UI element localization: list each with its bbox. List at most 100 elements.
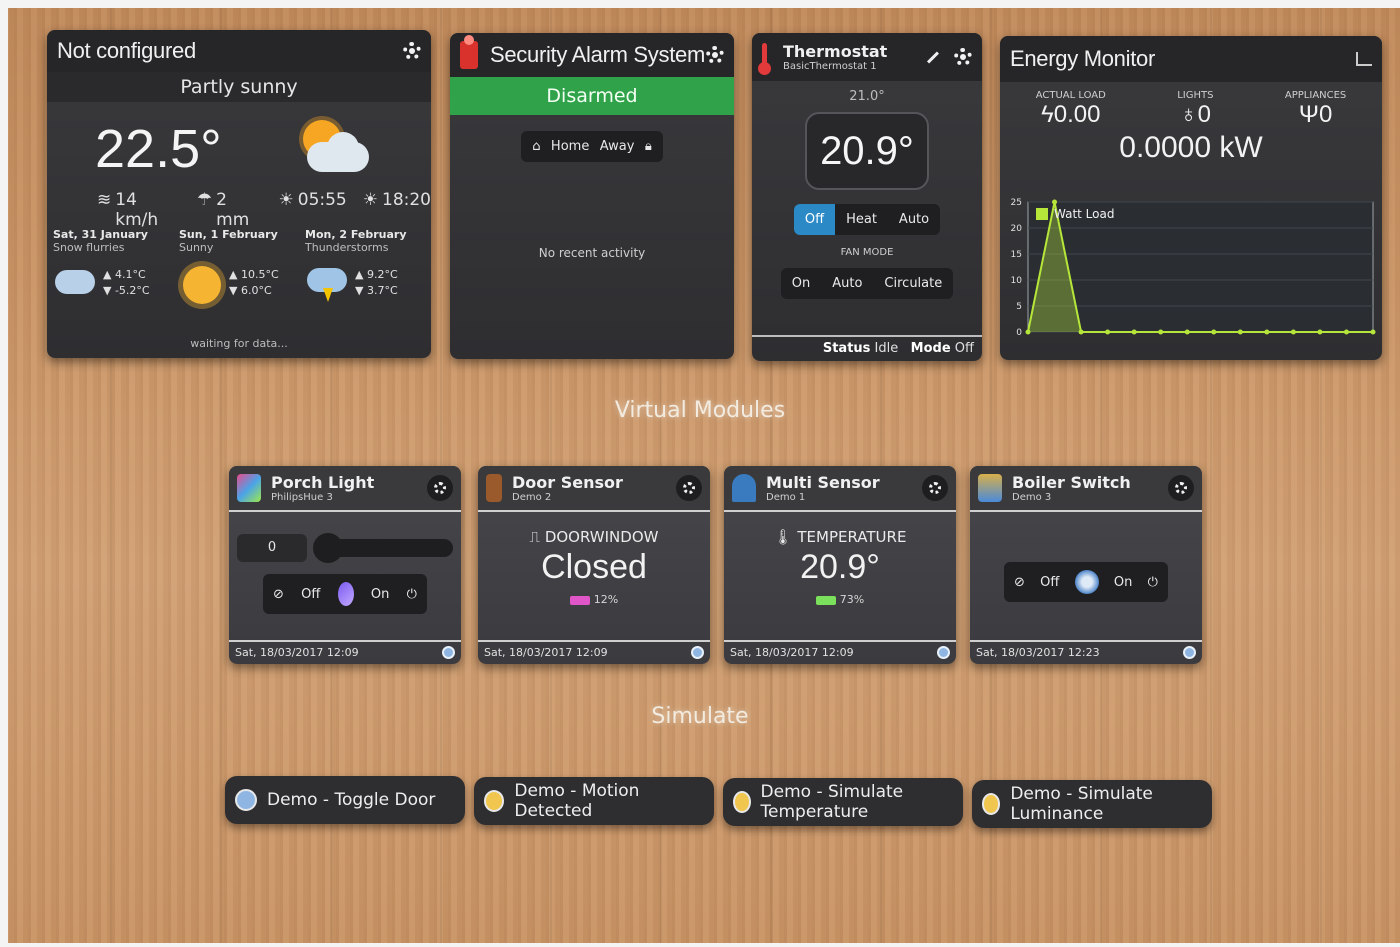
scene-icon: [484, 790, 505, 812]
watt-load-chart: 0 5 10 15 20 25 Watt Load: [1011, 198, 1376, 338]
alarm-settings-gear-icon[interactable]: [706, 46, 724, 64]
device-title: Boiler Switch: [1012, 472, 1131, 492]
scene-label: Demo - Simulate Luminance: [1010, 784, 1153, 824]
dimmer-slider[interactable]: [313, 533, 453, 563]
bar-chart-icon[interactable]: [1356, 52, 1372, 66]
battery-ok-icon: [815, 595, 836, 605]
alarm-siren-icon: [460, 35, 478, 69]
alarm-mode-selector: ⌂ Home Away 🔒︎: [521, 131, 663, 162]
rain-amount: 2 mm: [216, 190, 250, 230]
status-value: Idle: [874, 341, 899, 356]
energy-monitor-widget: Energy Monitor ACTUAL LOAD ϟ0.00 LIGHTS …: [1000, 36, 1382, 360]
alarm-state: Disarmed: [450, 77, 734, 115]
device-subtitle: PhilipsHue 3: [271, 491, 333, 503]
thermostat-setpoint: 21.0°: [849, 89, 885, 104]
scene-simulate-temperature-button[interactable]: Demo - Simulate Temperature: [723, 778, 963, 826]
fan-circulate-button[interactable]: Circulate: [873, 268, 953, 299]
appliances-label: APPLIANCES: [1284, 90, 1347, 101]
y-tick-label: 10: [1011, 276, 1023, 286]
series-point: [1158, 329, 1164, 335]
alarm-home-button[interactable]: Home: [551, 139, 589, 154]
forecast-day: Mon, 2 February Thunderstorms ▲ 9.2°C ▼ 3…: [305, 228, 425, 302]
fan-auto-button[interactable]: Auto: [821, 268, 873, 299]
thermostat-widget: Thermostat BasicThermostat 1 21.0° 20.9°…: [752, 33, 982, 361]
switch-state-knob[interactable]: [1074, 570, 1099, 594]
power-icon: ⏻: [406, 586, 417, 602]
device-settings-gear-icon[interactable]: [427, 475, 453, 501]
thermometer-icon: 🌡︎: [773, 528, 793, 546]
battery-low-icon: [569, 595, 590, 605]
forecast-date: Sun, 1 February: [179, 228, 278, 241]
thermostat-settings-gear-icon[interactable]: [954, 48, 972, 66]
forecast-day: Sat, 31 January Snow flurries ▲ 4.1°C ▼ -…: [53, 228, 173, 302]
refresh-icon[interactable]: [937, 646, 950, 659]
slider-handle[interactable]: [313, 533, 343, 563]
lock-icon: 🔒︎: [644, 139, 652, 154]
energy-title: Energy Monitor: [1010, 46, 1155, 71]
dimmer-level[interactable]: 0: [237, 534, 307, 562]
alarm-title: Security Alarm System: [490, 42, 705, 67]
edit-pencil-icon[interactable]: [926, 50, 940, 64]
y-tick-label: 5: [1016, 302, 1022, 312]
series-point: [1370, 329, 1376, 335]
thermostat-status-bar: Status Idle Mode Off: [752, 335, 982, 361]
lights-value: 0: [1197, 101, 1212, 128]
forecast-low: ▼ -5.2°C: [103, 284, 150, 297]
scene-motion-detected-button[interactable]: Demo - Motion Detected: [474, 777, 714, 825]
refresh-icon[interactable]: [691, 646, 704, 659]
forecast-condition: Thunderstorms: [305, 241, 389, 254]
bolt-icon: ϟ: [1041, 101, 1054, 128]
sensor-value: Closed: [541, 548, 647, 586]
forecast-date: Mon, 2 February: [305, 228, 407, 241]
battery-level: 73%: [839, 593, 865, 606]
device-settings-gear-icon[interactable]: [1168, 475, 1194, 501]
scene-icon: [733, 791, 751, 813]
series-point: [1237, 329, 1243, 335]
refresh-icon[interactable]: [442, 646, 455, 659]
light-state-knob[interactable]: [337, 582, 354, 606]
scene-label: Demo - Toggle Door: [267, 790, 436, 810]
mode-off-button[interactable]: Off: [793, 204, 836, 235]
weather-temperature: 22.5°: [95, 119, 222, 179]
switch-off-button[interactable]: Off: [1040, 575, 1059, 590]
device-settings-gear-icon[interactable]: [922, 475, 948, 501]
power-icon: ⏻: [1147, 574, 1158, 590]
series-point: [1211, 329, 1217, 335]
scene-toggle-door-button[interactable]: Demo - Toggle Door: [225, 776, 465, 824]
switch-on-button[interactable]: On: [1114, 575, 1132, 590]
forecast-date: Sat, 31 January: [53, 228, 148, 241]
device-timestamp: Sat, 18/03/2017 12:09: [235, 646, 359, 659]
device-timestamp: Sat, 18/03/2017 12:23: [976, 646, 1100, 659]
forecast-list: Sat, 31 January Snow flurries ▲ 4.1°C ▼ -…: [53, 228, 425, 304]
hue-bulb-icon: [237, 474, 261, 502]
mode-auto-button[interactable]: Auto: [888, 204, 940, 235]
door-icon: [486, 474, 502, 502]
actual-load-value: 0.00: [1053, 101, 1101, 128]
refresh-icon[interactable]: [1183, 646, 1196, 659]
door-window-icon: ⎍: [529, 528, 541, 546]
device-settings-gear-icon[interactable]: [676, 475, 702, 501]
fan-on-button[interactable]: On: [781, 268, 821, 299]
partly-sunny-icon: [297, 120, 369, 180]
weather-settings-gear-icon[interactable]: [403, 42, 421, 60]
fan-mode-label: FAN MODE: [840, 247, 894, 258]
sunset-icon: ☀: [362, 190, 378, 210]
switch-on-button[interactable]: On: [371, 587, 389, 602]
scene-simulate-luminance-button[interactable]: Demo - Simulate Luminance: [972, 780, 1212, 828]
series-point: [1131, 329, 1137, 335]
device-title: Porch Light: [271, 472, 375, 492]
scene-icon: [235, 789, 257, 811]
mode-heat-button[interactable]: Heat: [835, 204, 888, 235]
storm-icon: [305, 264, 349, 302]
boiler-switch-tile: Boiler Switch Demo 3 ⊘ Off On ⏻ Sat, 18/…: [970, 466, 1202, 664]
device-subtitle: Demo 1: [766, 491, 806, 503]
section-simulate: Simulate: [651, 704, 749, 729]
off-icon: ⊘: [273, 586, 284, 602]
alarm-activity: No recent activity: [538, 246, 646, 260]
switch-off-button[interactable]: Off: [301, 587, 320, 602]
alarm-away-button[interactable]: Away: [600, 139, 635, 154]
thermostat-subtitle: BasicThermostat 1: [783, 60, 877, 72]
forecast-day: Sun, 1 February Sunny ▲ 10.5°C ▼ 6.0°C: [179, 228, 299, 304]
sensor-antenna-icon: [732, 474, 756, 502]
home-icon: ⌂: [532, 139, 541, 154]
